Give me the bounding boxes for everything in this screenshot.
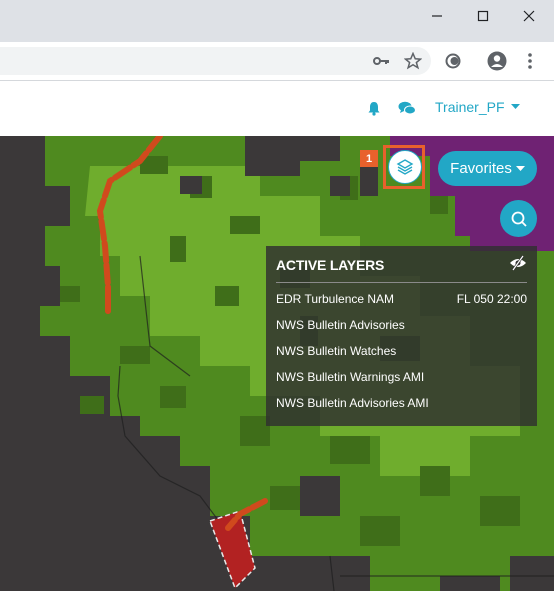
account-icon[interactable]	[487, 51, 507, 71]
layer-name: NWS Bulletin Watches	[276, 344, 397, 358]
maximize-button[interactable]	[460, 0, 506, 32]
browser-titlebar	[0, 0, 554, 42]
layer-name: EDR Turbulence NAM	[276, 292, 395, 306]
bell-icon[interactable]	[365, 99, 383, 117]
layer-row[interactable]: NWS Bulletin Advisories	[276, 316, 527, 334]
user-menu[interactable]: Trainer_PF	[435, 98, 520, 116]
star-icon[interactable]	[403, 51, 423, 71]
extension-icon[interactable]	[443, 51, 463, 71]
layer-row[interactable]: NWS Bulletin Warnings AMI	[276, 368, 527, 386]
layer-detail: FL 050 22:00	[456, 292, 527, 306]
eye-slash-icon[interactable]	[509, 255, 527, 271]
panel-divider	[276, 282, 527, 283]
layer-row[interactable]: NWS Bulletin Advisories AMI	[276, 394, 527, 412]
layer-row[interactable]: EDR Turbulence NAM FL 050 22:00	[276, 290, 527, 308]
layer-name: NWS Bulletin Warnings AMI	[276, 370, 425, 384]
maximize-icon	[477, 10, 489, 22]
menu-dots-icon[interactable]	[520, 51, 540, 71]
key-icon[interactable]	[372, 51, 392, 71]
close-icon	[523, 10, 535, 22]
minimize-icon	[432, 15, 442, 17]
search-icon	[511, 211, 527, 227]
chevron-down-icon	[510, 104, 520, 109]
layers-count-badge: 1	[360, 150, 378, 167]
favorites-label: Favorites	[450, 160, 512, 177]
chat-icon[interactable]	[398, 99, 416, 117]
browser-toolbar	[0, 42, 554, 81]
close-button[interactable]	[506, 0, 552, 32]
active-layers-title: ACTIVE LAYERS	[276, 257, 385, 273]
minimize-button[interactable]	[414, 0, 460, 32]
favorites-button[interactable]: Favorites	[438, 151, 537, 186]
map-search-button[interactable]	[500, 200, 537, 237]
address-bar[interactable]	[0, 47, 431, 75]
user-name: Trainer_PF	[435, 99, 505, 115]
active-layers-panel: ACTIVE LAYERS EDR Turbulence NAM FL 050 …	[266, 246, 537, 426]
layer-row[interactable]: NWS Bulletin Watches	[276, 342, 527, 360]
chevron-down-icon	[515, 165, 525, 171]
layers-button[interactable]	[388, 150, 422, 184]
layer-name: NWS Bulletin Advisories	[276, 318, 405, 332]
layer-name: NWS Bulletin Advisories AMI	[276, 396, 429, 410]
layers-icon	[396, 159, 414, 175]
